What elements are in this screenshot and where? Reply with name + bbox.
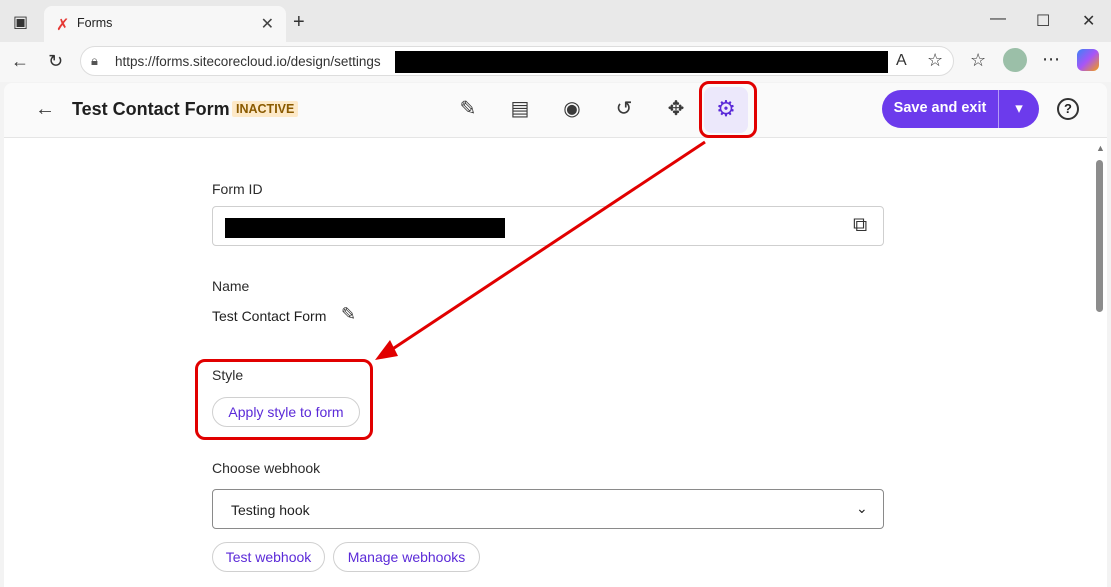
annotation-arrow-head <box>375 340 398 360</box>
annotation-arrow <box>375 140 706 360</box>
annotation-arrow-line <box>387 140 706 354</box>
